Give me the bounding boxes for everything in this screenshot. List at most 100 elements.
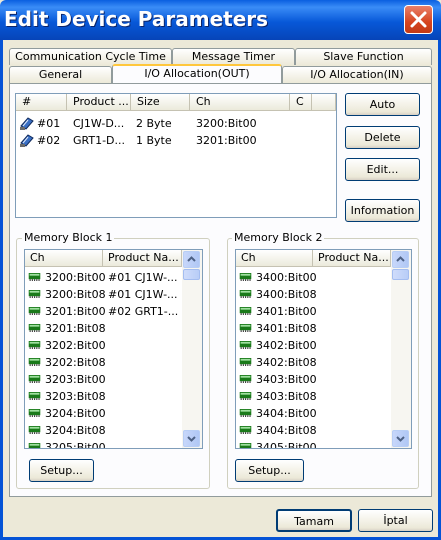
table-row[interactable]: #02 GRT1-D... 1 Byte 3201:Bit00	[16, 132, 336, 149]
edit-button[interactable]: Edit...	[345, 158, 420, 181]
vertical-scrollbar[interactable]	[391, 250, 411, 448]
list-item[interactable]: 3200:Bit08 #01 CJ1W-...	[25, 286, 180, 303]
memory-chip-icon	[28, 324, 41, 332]
row-product-name: #01 CJ1W-...	[108, 288, 178, 301]
close-icon	[410, 11, 427, 28]
row-product: GRT1-D...	[73, 134, 126, 147]
row-product: CJ1W-D...	[73, 117, 125, 130]
row-ch: 3404:Bit00	[256, 407, 317, 420]
row-size: 2 Byte	[136, 117, 172, 130]
memory-chip-icon	[239, 443, 252, 448]
scroll-up-button[interactable]	[392, 251, 409, 268]
list-item[interactable]: 3202:Bit00	[25, 337, 180, 354]
row-ch: 3205:Bit00	[45, 441, 106, 449]
list-item[interactable]: 3401:Bit08	[236, 320, 391, 337]
row-ch: 3404:Bit08	[256, 424, 317, 437]
memory-chip-icon	[239, 426, 252, 434]
column-header-number[interactable]: #	[16, 94, 67, 111]
auto-button[interactable]: Auto	[345, 93, 420, 116]
list-item[interactable]: 3404:Bit08	[236, 422, 391, 439]
row-product-name: #01 CJ1W-...	[108, 271, 178, 284]
table-row[interactable]: #01 CJ1W-D... 2 Byte 3200:Bit00	[16, 115, 336, 132]
row-ch: 3401:Bit08	[256, 322, 317, 335]
list-item[interactable]: 3200:Bit00 #01 CJ1W-...	[25, 269, 180, 286]
tab-slave-function[interactable]: Slave Function	[295, 48, 432, 65]
tab-message-timer[interactable]: Message Timer	[172, 48, 295, 65]
cancel-button[interactable]: İptal	[358, 509, 433, 532]
row-size: 1 Byte	[136, 134, 172, 147]
ok-button[interactable]: Tamam	[276, 509, 352, 532]
memory-chip-icon	[239, 409, 252, 417]
scroll-down-button[interactable]	[392, 430, 409, 447]
row-ch: 3402:Bit00	[256, 339, 317, 352]
list-item[interactable]: 3403:Bit08	[236, 388, 391, 405]
column-header-product-name[interactable]: Product Na...	[103, 250, 182, 267]
list-item[interactable]: 3403:Bit00	[236, 371, 391, 388]
list-item[interactable]: 3201:Bit08	[25, 320, 180, 337]
row-ch: 3400:Bit00	[256, 271, 317, 284]
vertical-scrollbar[interactable]	[182, 250, 202, 448]
scroll-up-button[interactable]	[183, 251, 200, 268]
tab-communication-cycle-time[interactable]: Communication Cycle Time	[9, 48, 172, 65]
row-ch: 3203:Bit08	[45, 390, 106, 403]
list-item[interactable]: 3204:Bit08	[25, 422, 180, 439]
memory-chip-icon	[28, 443, 41, 448]
memory-chip-icon	[28, 307, 41, 315]
tab-general[interactable]: General	[9, 66, 112, 83]
column-header-ch[interactable]: Ch	[236, 250, 313, 267]
scroll-thumb[interactable]	[392, 269, 409, 280]
memory-chip-icon	[239, 358, 252, 366]
list-item[interactable]: 3402:Bit08	[236, 354, 391, 371]
memory-block-1-setup-button[interactable]: Setup...	[29, 459, 94, 482]
list-item[interactable]: 3205:Bit00	[25, 439, 180, 449]
column-header-ch[interactable]: Ch	[190, 94, 290, 111]
list-item[interactable]: 3400:Bit08	[236, 286, 391, 303]
list-item[interactable]: 3203:Bit08	[25, 388, 180, 405]
title-bar[interactable]: Edit Device Parameters	[0, 0, 441, 40]
list-item[interactable]: 3405:Bit00	[236, 439, 391, 449]
memory-chip-icon	[239, 324, 252, 332]
memory-block-1-list[interactable]: Ch Product Na... 3200:Bit00 #01 CJ1W-... 3…	[24, 249, 203, 449]
close-button[interactable]	[404, 5, 433, 34]
row-ch: 3201:Bit00	[196, 134, 257, 147]
row-ch: 3204:Bit00	[45, 407, 106, 420]
list-item[interactable]: 3201:Bit00 #02 GRT1-...	[25, 303, 180, 320]
list-item[interactable]: 3402:Bit00	[236, 337, 391, 354]
row-ch: 3203:Bit00	[45, 373, 106, 386]
memory-chip-icon	[239, 341, 252, 349]
memory-chip-icon	[28, 273, 41, 281]
row-ch: 3405:Bit00	[256, 441, 317, 449]
column-header-c[interactable]: C	[290, 94, 312, 111]
memory-block-2-title: Memory Block 2	[232, 231, 325, 244]
column-header-size[interactable]: Size	[131, 94, 190, 111]
memory-block-2-list[interactable]: Ch Product Na... 3400:Bit00 3400:Bit08 340…	[235, 249, 412, 449]
list-item[interactable]: 3204:Bit00	[25, 405, 180, 422]
list-item[interactable]: 3401:Bit00	[236, 303, 391, 320]
scroll-down-button[interactable]	[183, 430, 200, 447]
row-number: #01	[37, 117, 61, 130]
window-title: Edit Device Parameters	[4, 7, 269, 31]
column-header-ch[interactable]: Ch	[25, 250, 103, 267]
row-ch: 3403:Bit08	[256, 390, 317, 403]
delete-button[interactable]: Delete	[345, 126, 420, 149]
column-header-product[interactable]: Product ...	[67, 94, 131, 111]
row-ch: 3202:Bit08	[45, 356, 106, 369]
tab-io-allocation-out[interactable]: I/O Allocation(OUT)	[112, 64, 282, 83]
device-list[interactable]: # Product ... Size Ch C #01 CJ1W-D... 2 …	[15, 93, 337, 218]
memory-block-2-setup-button[interactable]: Setup...	[235, 459, 304, 482]
memory-chip-icon	[239, 375, 252, 383]
tab-io-allocation-in[interactable]: I/O Allocation(IN)	[282, 66, 432, 83]
list-item[interactable]: 3404:Bit00	[236, 405, 391, 422]
scroll-thumb[interactable]	[183, 269, 200, 280]
list-item[interactable]: 3400:Bit00	[236, 269, 391, 286]
list-item[interactable]: 3203:Bit00	[25, 371, 180, 388]
memory-chip-icon	[28, 426, 41, 434]
memory-chip-icon	[239, 307, 252, 315]
device-icon	[20, 117, 34, 130]
row-ch: 3200:Bit08	[45, 288, 106, 301]
column-header-product-name[interactable]: Product Na...	[313, 250, 391, 267]
arrow-down-icon	[396, 436, 405, 442]
information-button[interactable]: Information	[345, 199, 420, 222]
list-item[interactable]: 3202:Bit08	[25, 354, 180, 371]
arrow-down-icon	[187, 436, 196, 442]
